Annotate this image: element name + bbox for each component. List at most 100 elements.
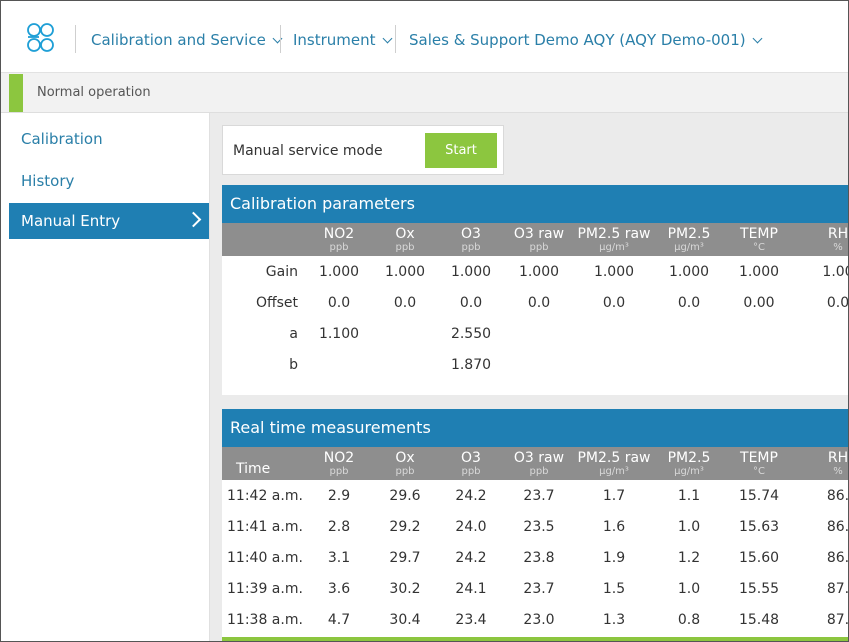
table-cell[interactable]: 1.000 [438,256,504,287]
table-cell: 15.55 [738,580,780,597]
table-row: b 1.870 [222,349,848,380]
table-row: 11:41 a.m. 2.8 29.2 24.0 23.5 1.6 1.0 15.63 86. [222,511,848,542]
column-name: NO2 [323,226,355,242]
sidebar-item-label: History [21,172,75,190]
column-unit: % [833,466,843,477]
table-cell: 23.7 [523,487,555,504]
time-cell: 11:40 a.m. [227,549,303,566]
status-text: Normal operation [37,85,151,100]
table-cell[interactable]: 1.000 [724,256,794,287]
table-cell: 0.8 [677,611,701,628]
column-name: NO2 [323,450,355,466]
table-cell[interactable]: 0.0 [794,287,848,318]
main-content: Manual service mode Start Calibration pa… [210,113,849,641]
table-cell[interactable]: 1.000 [654,256,724,287]
time-cell: 11:41 a.m. [227,518,303,535]
table-cell: 86. [826,549,849,566]
table-cell: 1.3 [602,611,626,628]
table-cell[interactable]: 1.000 [574,256,654,287]
column-name: PM2.5 raw [577,450,651,466]
nav-instrument[interactable]: Instrument [293,31,392,49]
column-unit: % [833,242,843,253]
table-cell[interactable]: 1.000 [372,256,438,287]
table-cell: 29.6 [389,487,421,504]
row-label: b [289,356,298,373]
nav-label: Instrument [293,31,376,49]
nav-label: Calibration and Service [91,31,266,49]
table-cell: 24.0 [455,518,487,535]
time-cell: 11:42 a.m. [227,487,303,504]
table-cell[interactable]: 0.0 [372,287,438,318]
column-header: RH% [794,447,849,480]
table-cell[interactable]: 0.0 [504,287,574,318]
table-header-row: NO2 ppb Ox ppb O3 ppb O3 raw ppb PM2.5 raw µg/m³ P… [222,223,849,256]
column-header: O3 ppb [438,223,504,256]
start-button[interactable]: Start [425,133,497,168]
table-cell[interactable]: 1.000 [504,256,574,287]
table-cell [794,349,848,380]
column-header: PM2.5 µg/m³ [654,447,724,480]
table-cell: 87. [826,611,849,628]
table-cell[interactable]: 1.100 [306,318,372,349]
sidebar: Calibration History Manual Entry [9,113,210,641]
table-cell[interactable]: 0.00 [724,287,794,318]
column-name: O3 raw [513,450,565,466]
table-cell[interactable]: 0.0 [306,287,372,318]
table-cell: 86. [826,487,849,504]
chevron-right-icon [185,211,202,228]
column-name: PM2.5 [667,226,711,242]
table-row: 11:38 a.m. 4.7 30.4 23.4 23.0 1.3 0.8 15.48 87. [222,604,849,635]
table-cell[interactable]: 2.550 [438,318,504,349]
column-name: Ox [395,226,415,242]
table-cell [724,349,794,380]
table-cell: 23.4 [455,611,487,628]
table-cell[interactable]: 1.000 [306,256,372,287]
table-cell[interactable]: 0.0 [574,287,654,318]
sidebar-item-label: Calibration [21,130,103,148]
brand-logo-icon[interactable] [25,23,69,53]
table-cell [574,318,654,349]
column-unit: ppb [395,466,415,477]
column-header: Ox ppb [372,223,438,256]
nav-calibration-service[interactable]: Calibration and Service [91,31,283,49]
column-name: TEMP [740,450,778,466]
table-cell: 23.0 [523,611,555,628]
table-cell [654,318,724,349]
column-name: TEMP [740,226,778,242]
table-cell[interactable]: 1.00 [794,256,848,287]
sidebar-item-history[interactable]: History [9,163,209,199]
table-row: 11:42 a.m. 2.9 29.6 24.2 23.7 1.7 1.1 15.74 86. [222,480,849,511]
table-cell: 1.0 [677,518,701,535]
table-cell: 1.0 [677,580,701,597]
calibration-table: NO2 ppb Ox ppb O3 ppb O3 raw ppb PM2.5 raw µg/m³ P… [222,223,849,380]
sidebar-item-calibration[interactable]: Calibration [9,121,209,157]
column-unit: ppb [529,466,549,477]
table-header-row: Time NO2 ppb Ox ppb O3 ppb O3 raw ppb PM2.5 raw µg… [222,447,849,480]
table-cell: 23.5 [523,518,555,535]
chevron-down-icon [752,33,763,43]
column-name: O3 [461,226,481,242]
table-cell[interactable]: 0.0 [438,287,504,318]
table-cell[interactable]: 1.870 [438,349,504,380]
table-cell[interactable]: 0.0 [654,287,724,318]
table-cell: 1.2 [677,549,701,566]
table-cell [794,318,848,349]
nav-device-select[interactable]: Sales & Support Demo AQY (AQY Demo-001) [409,31,763,49]
table-cell: 15.74 [738,487,780,504]
table-cell [654,349,724,380]
column-name: O3 raw [513,226,565,242]
table-cell: 1.1 [677,487,701,504]
table-cell: 1.7 [602,487,626,504]
table-cell: 24.1 [455,580,487,597]
sidebar-item-manual-entry[interactable]: Manual Entry [9,203,209,239]
column-header: PM2.5 µg/m³ [654,223,724,256]
column-header: O3 ppb [438,447,504,480]
column-name: PM2.5 raw [577,226,651,242]
realtime-panel-title: Real time measurements [222,409,848,447]
table-cell: 3.6 [327,580,351,597]
column-name: RH [827,450,849,466]
table-cell: 24.2 [455,549,487,566]
column-name: RH [827,226,849,242]
table-cell: 30.2 [389,580,421,597]
column-unit: °C [753,466,765,477]
